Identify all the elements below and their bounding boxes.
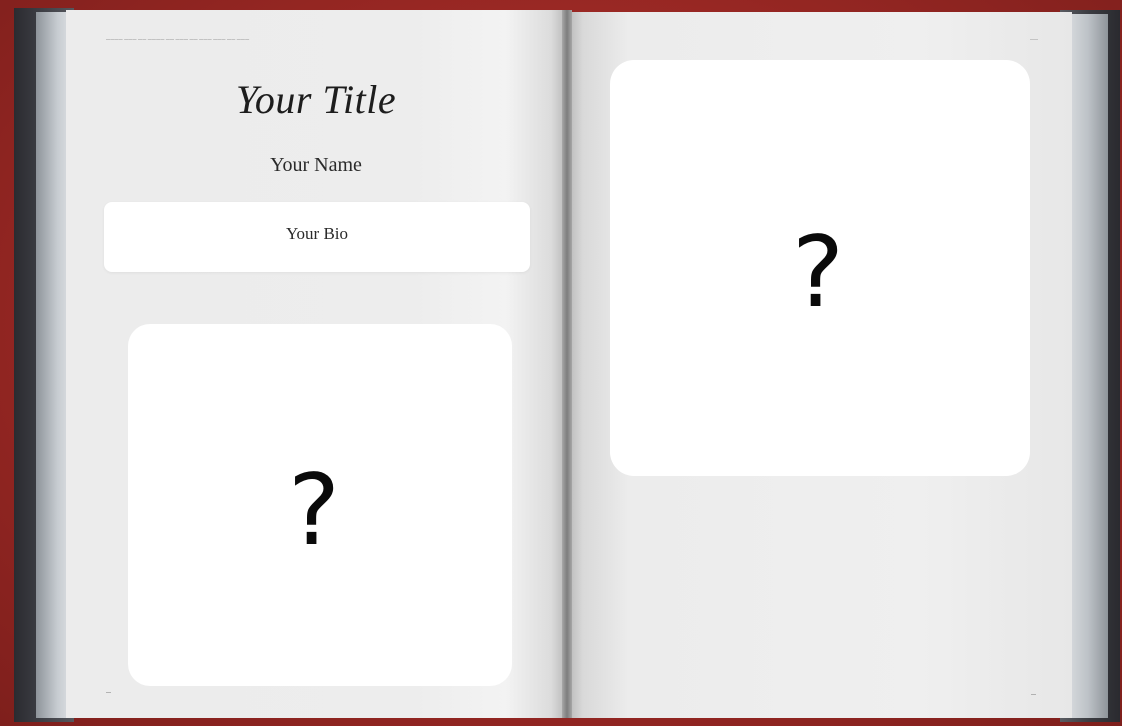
running-head: ———— ——— —— ———— —— ——— —— ——— ——— —— ——… xyxy=(106,36,250,41)
book-gutter xyxy=(562,10,572,718)
question-mark-icon: ? xyxy=(288,454,341,568)
page-number-right: — xyxy=(1031,692,1036,698)
author-name[interactable]: Your Name xyxy=(66,154,566,177)
bio-box[interactable]: Your Bio xyxy=(104,202,530,272)
question-mark-icon: ? xyxy=(792,216,845,330)
bio-text: Your Bio xyxy=(285,224,349,243)
left-page: ———— ——— —— ———— —— ——— —— ——— ——— —— ——… xyxy=(66,10,566,718)
page-number-left: — xyxy=(106,690,111,696)
right-page: —— ? — xyxy=(568,12,1072,718)
page-title[interactable]: Your Title xyxy=(66,76,566,123)
page-stack-right xyxy=(1068,14,1108,718)
photo-placeholder-left[interactable]: ? xyxy=(128,324,512,686)
running-head-right: —— xyxy=(1030,36,1038,41)
photo-placeholder-right[interactable]: ? xyxy=(610,60,1030,476)
